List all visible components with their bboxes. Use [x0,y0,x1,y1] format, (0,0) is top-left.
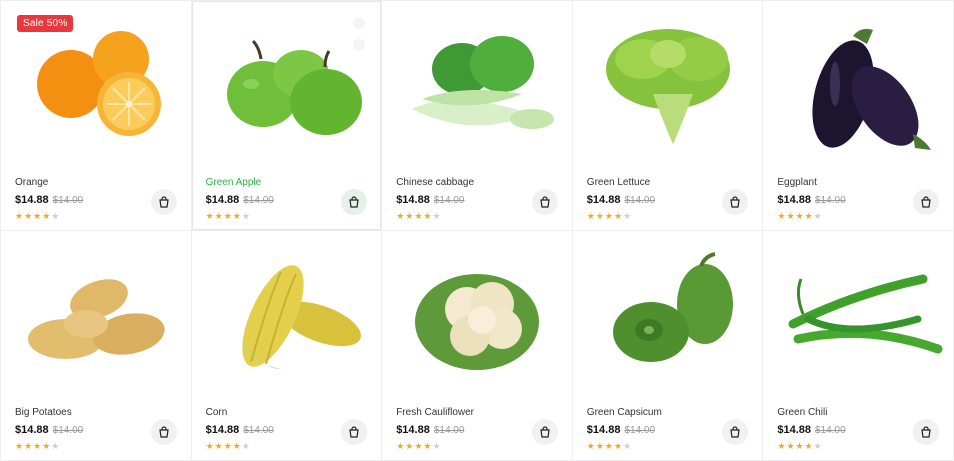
rating-stars: ★★★★★ [586,211,633,221]
product-price: $14.88 [586,194,621,206]
product-price: $14.88 [777,194,812,206]
product-card-chinese-cabbage[interactable]: Chinese cabbage $14.88 $14.00 ★★★★★ [382,1,573,231]
product-card-corn[interactable]: Corn $14.88 $14.00 ★★★★★ [191,231,383,461]
rating-stars: ★★★★★ [15,211,61,221]
shopping-bag-icon [730,196,741,208]
product-card-fresh-cauliflower[interactable]: Fresh Cauliflower $14.88 $14.00 ★★★★★ [382,231,573,461]
green-capsicum-image[interactable] [573,239,763,389]
product-card-green-capsicum[interactable]: Green Capsicum $14.88 $14.00 ★★★★★ [572,231,764,461]
product-old-price: $14.00 [815,195,846,206]
corn-image[interactable] [192,239,382,389]
shopping-bag-icon [730,426,741,438]
product-price: $14.88 [396,194,430,206]
product-old-price: $14.00 [624,195,656,206]
product-name[interactable]: Green Apple [206,177,368,189]
product-name[interactable]: Corn [206,407,368,419]
product-old-price: $14.00 [243,425,274,436]
product-price: $14.88 [205,424,240,436]
green-lettuce-image[interactable] [573,9,763,159]
product-name[interactable]: Eggplant [777,177,939,189]
rating-stars: ★★★★★ [777,211,823,221]
product-old-price: $14.00 [815,425,846,436]
product-name[interactable]: Big Potatoes [15,407,177,419]
shopping-bag-icon [540,196,550,208]
fresh-cauliflower-image[interactable] [382,239,572,389]
green-apple-image[interactable] [192,9,382,159]
product-card-orange[interactable]: Sale 50% Orange $14.88 $14.00 ★★★★★ [1,1,192,231]
product-name[interactable]: Green Lettuce [587,177,749,189]
product-name[interactable]: Green Chili [777,407,939,419]
big-potatoes-image[interactable] [1,239,191,389]
product-card-green-chili[interactable]: Green Chili $14.88 $14.00 ★★★★★ [763,231,954,461]
product-price: $14.88 [205,194,240,206]
product-old-price: $14.00 [52,195,84,206]
rating-stars: ★★★★★ [205,211,251,221]
product-price: $14.88 [15,194,49,206]
chinese-cabbage-image[interactable] [382,9,572,159]
rating-stars: ★★★★★ [15,441,61,451]
rating-stars: ★★★★★ [586,441,633,451]
product-grid: Sale 50% Orange $14.88 $14.00 ★★★★★ Gree… [0,0,954,461]
rating-stars: ★★★★★ [396,441,442,451]
add-to-cart-button[interactable] [150,189,177,215]
eggplant-image[interactable] [763,9,953,159]
shopping-bag-icon [540,426,550,438]
product-name[interactable]: Fresh Cauliflower [396,407,558,419]
product-price: $14.88 [777,424,812,436]
product-old-price: $14.00 [243,195,274,206]
add-to-cart-button[interactable] [531,419,558,445]
add-to-cart-button[interactable] [913,419,939,445]
shopping-bag-icon [349,426,359,438]
add-to-cart-button[interactable] [150,419,177,445]
shopping-bag-icon [158,196,169,208]
shopping-bag-icon [158,426,169,438]
product-old-price: $14.00 [433,195,465,206]
rating-stars: ★★★★★ [205,441,251,451]
product-name[interactable]: Orange [15,177,177,189]
product-price: $14.88 [396,424,430,436]
product-price: $14.88 [15,424,49,436]
green-chili-image[interactable] [763,239,953,389]
product-name[interactable]: Green Capsicum [587,407,749,419]
rating-stars: ★★★★★ [396,211,442,221]
add-to-cart-button[interactable] [913,189,939,215]
product-price: $14.88 [586,424,621,436]
rating-stars: ★★★★★ [777,441,823,451]
product-card-green-lettuce[interactable]: Green Lettuce $14.88 $14.00 ★★★★★ [572,1,764,231]
product-card-big-potatoes[interactable]: Big Potatoes $14.88 $14.00 ★★★★★ [1,231,192,461]
product-old-price: $14.00 [433,425,465,436]
orange-image[interactable] [1,9,191,159]
add-to-cart-button[interactable] [531,189,558,215]
shopping-bag-icon [921,426,931,438]
product-name[interactable]: Chinese cabbage [396,177,558,189]
product-card-eggplant[interactable]: Eggplant $14.88 $14.00 ★★★★★ [763,1,954,231]
shopping-bag-icon [921,196,931,208]
product-old-price: $14.00 [624,425,656,436]
product-old-price: $14.00 [52,425,84,436]
add-to-cart-button[interactable] [341,189,368,215]
add-to-cart-button[interactable] [341,419,368,445]
product-card-green-apple[interactable]: Green Apple $14.88 $14.00 ★★★★★ [191,1,383,231]
shopping-bag-icon [349,196,359,208]
